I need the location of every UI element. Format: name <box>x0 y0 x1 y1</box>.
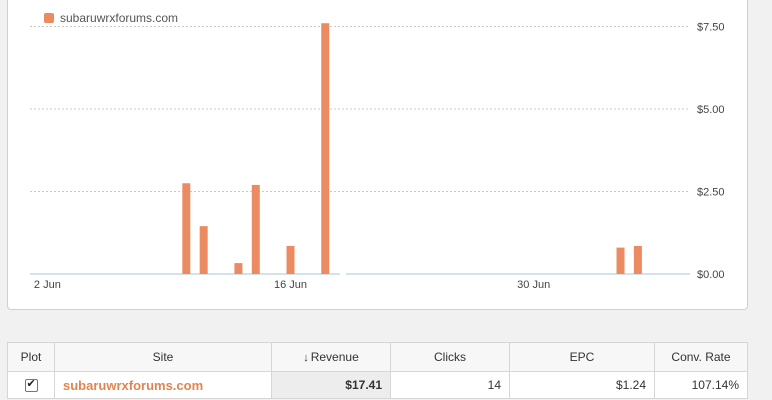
column-header-plot: Plot <box>7 342 55 372</box>
x-tick-label: 2 Jun <box>34 279 61 291</box>
conv-rate-cell: 107.14% <box>654 371 748 399</box>
revenue-bar <box>321 23 330 275</box>
sites-table: Plot Site ↓ Revenue Clicks EPC Conv. Rate… <box>7 342 748 399</box>
column-header-clicks[interactable]: Clicks <box>390 342 510 372</box>
revenue-bar <box>182 183 191 274</box>
x-tick-label: 30 Jun <box>517 279 550 291</box>
revenue-bar <box>251 184 260 274</box>
table-header-row: Plot Site ↓ Revenue Clicks EPC Conv. Rate <box>7 342 748 372</box>
y-tick-label: $2.50 <box>697 187 725 199</box>
column-header-revenue-label: Revenue <box>310 350 359 364</box>
x-tick-label: 16 Jun <box>274 279 307 291</box>
y-tick-label: $7.50 <box>697 22 725 34</box>
revenue-bar <box>633 245 642 274</box>
column-header-site[interactable]: Site <box>54 342 272 372</box>
revenue-bar <box>616 247 625 274</box>
column-header-conv-rate[interactable]: Conv. Rate <box>654 342 748 372</box>
revenue-bar <box>199 226 208 274</box>
plot-checkbox[interactable] <box>24 377 38 393</box>
plot-cell <box>7 371 55 399</box>
revenue-bar-chart: $0.00 $2.50 $5.00 $7.50 2 Jun 16 Jun 30 Jun <box>30 22 725 291</box>
revenue-cell: $17.41 <box>271 371 391 399</box>
column-header-epc[interactable]: EPC <box>509 342 655 372</box>
revenue-bar <box>234 263 243 274</box>
table-row: subaruwrxforums.com $17.41 14 $1.24 107.… <box>7 371 748 399</box>
site-cell: subaruwrxforums.com <box>54 371 272 399</box>
revenue-bar <box>286 245 295 274</box>
epc-cell: $1.24 <box>509 371 655 399</box>
y-tick-label: $5.00 <box>697 104 725 116</box>
column-header-revenue[interactable]: ↓ Revenue <box>271 342 391 372</box>
sort-down-icon: ↓ <box>303 352 309 364</box>
clicks-cell: 14 <box>390 371 510 399</box>
site-link[interactable]: subaruwrxforums.com <box>63 378 203 393</box>
y-tick-label: $0.00 <box>697 269 725 281</box>
